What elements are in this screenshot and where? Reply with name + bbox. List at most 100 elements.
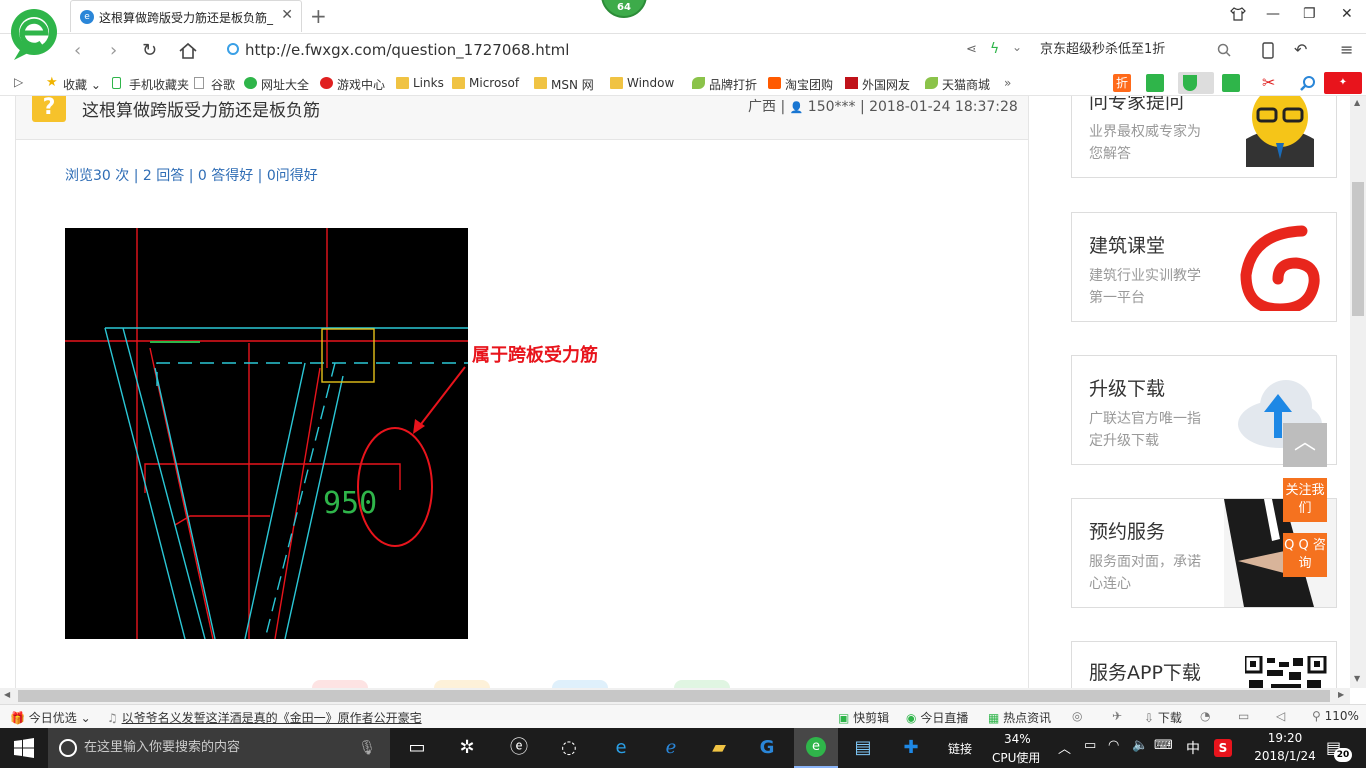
bookmark-game-center[interactable]: 游戏中心 bbox=[320, 76, 385, 93]
windows-start-icon[interactable] bbox=[14, 738, 34, 758]
remote-app-icon[interactable]: ✚ bbox=[896, 734, 926, 762]
back-to-top-button[interactable]: ︿ bbox=[1283, 423, 1327, 467]
mobile-icon[interactable] bbox=[1262, 42, 1274, 59]
news-ticker[interactable]: ♫ 以爷爷名义发誓这洋酒是真的《金田一》原作者公开豪宅 bbox=[107, 709, 422, 726]
download-button[interactable]: ⇩ 下载 bbox=[1144, 709, 1182, 726]
scissors-icon[interactable]: ✂ bbox=[1262, 73, 1275, 92]
undo-icon[interactable]: ↶ bbox=[1294, 40, 1307, 59]
scroll-right-icon[interactable]: ▶ bbox=[1338, 690, 1344, 699]
bookmark-foreign-netizens[interactable]: 外国网友 bbox=[845, 76, 910, 93]
bookmark-links-folder[interactable]: Links bbox=[396, 76, 444, 90]
share-circle-icon[interactable] bbox=[434, 680, 490, 688]
horizontal-scrollbar-thumb[interactable] bbox=[18, 690, 1330, 702]
share-circle-icon[interactable] bbox=[312, 680, 368, 688]
bookmark-windows-folder[interactable]: Window bbox=[610, 76, 674, 90]
address-bar[interactable]: http://e.fwxgx.com/question_1727068.html bbox=[225, 38, 965, 62]
bookmark-site-nav[interactable]: 网址大全 bbox=[244, 76, 309, 93]
taskbar-search-placeholder: 在这里输入你要搜索的内容 bbox=[84, 740, 241, 755]
mute-icon[interactable]: ◁ bbox=[1276, 709, 1285, 723]
speed-icon[interactable]: ◎ bbox=[1072, 709, 1082, 723]
zoom-level[interactable]: ⚲ 110% bbox=[1312, 709, 1359, 723]
hot-news-button[interactable]: ▦ 热点资讯 bbox=[988, 709, 1051, 726]
file-explorer-icon[interactable]: ▰ bbox=[704, 734, 734, 762]
search-icon[interactable] bbox=[1217, 43, 1231, 57]
question-user-date: 150*** | 2018-01-24 18:37:28 bbox=[807, 99, 1018, 115]
zoom-search-icon[interactable] bbox=[1300, 75, 1316, 91]
browser-logo-icon[interactable] bbox=[10, 6, 58, 62]
bookmark-taobao-group[interactable]: 淘宝团购 bbox=[768, 76, 833, 93]
more-bookmarks-icon[interactable]: » bbox=[1004, 76, 1011, 90]
refresh-button[interactable]: ↻ bbox=[142, 40, 157, 61]
pin-icon[interactable]: ✈ bbox=[1112, 709, 1122, 723]
restore-button[interactable]: ❐ bbox=[1303, 6, 1316, 22]
taskbar-search-input[interactable]: 在这里输入你要搜索的内容 🎙 bbox=[48, 728, 390, 768]
spiral-app-icon[interactable]: ◌ bbox=[554, 734, 584, 762]
task-view-icon[interactable]: ▭ bbox=[402, 734, 432, 762]
glodon-app-icon[interactable]: G bbox=[752, 734, 782, 762]
active-browser-taskbar-item[interactable]: e bbox=[794, 728, 838, 768]
lightning-icon[interactable]: ϟ bbox=[990, 41, 999, 57]
clock-time[interactable]: 19:20 bbox=[1250, 731, 1320, 745]
quick-clip-button[interactable]: ▣ 快剪辑 bbox=[838, 709, 889, 726]
close-window-button[interactable]: ✕ bbox=[1341, 6, 1353, 22]
bookmark-microsoft-folder[interactable]: Microsof bbox=[452, 76, 519, 90]
browser-tab[interactable]: e 这根算做跨版受力筋还是板负筋_ ✕ bbox=[70, 0, 302, 32]
chevron-down-icon[interactable]: ⌄ bbox=[1012, 40, 1022, 54]
scroll-down-icon[interactable]: ▼ bbox=[1354, 674, 1360, 683]
new-tab-button[interactable]: + bbox=[310, 4, 327, 28]
ie-icon[interactable]: ℯ bbox=[656, 734, 686, 762]
ime-indicator[interactable]: 中 bbox=[1186, 738, 1200, 758]
shirt-icon[interactable] bbox=[1230, 6, 1246, 22]
sidebar-toggle-icon[interactable]: ▷ bbox=[14, 75, 23, 89]
qq-consult-button[interactable]: Q Q 咨询 bbox=[1283, 533, 1327, 577]
clock-date[interactable]: 2018/1/24 bbox=[1250, 749, 1320, 763]
home-button[interactable] bbox=[178, 42, 198, 60]
browser-e-icon[interactable]: ⓔ bbox=[504, 734, 534, 762]
back-button[interactable]: ‹ bbox=[74, 40, 81, 61]
sogou-ime-icon[interactable]: S bbox=[1214, 739, 1232, 757]
share-icon[interactable]: ⋖ bbox=[966, 42, 977, 57]
qr-code-icon bbox=[1245, 656, 1327, 690]
pinwheel-app-icon[interactable]: ✲ bbox=[452, 734, 482, 762]
bookmark-favorites[interactable]: ★ 收藏 ⌄ bbox=[46, 75, 101, 93]
zoom-icon: ⚲ bbox=[1312, 709, 1321, 723]
forward-button[interactable]: › bbox=[110, 40, 117, 61]
scroll-up-icon[interactable]: ▲ bbox=[1354, 98, 1360, 107]
today-live-button[interactable]: ◉ 今日直播 bbox=[906, 709, 968, 726]
bookmark-brand-discount[interactable]: 品牌打折 bbox=[692, 76, 757, 93]
minimize-button[interactable]: — bbox=[1266, 6, 1280, 22]
sound-icon[interactable]: ◔ bbox=[1200, 709, 1210, 723]
discount-icon[interactable]: 折 bbox=[1113, 74, 1131, 92]
bookmark-tmall[interactable]: 天猫商城 bbox=[925, 76, 990, 93]
wifi-icon[interactable]: ◠ bbox=[1108, 738, 1119, 753]
share-circle-icon[interactable] bbox=[674, 680, 730, 688]
bookmark-mobile-favorites[interactable]: 手机收藏夹 bbox=[112, 76, 189, 93]
book-icon[interactable] bbox=[1146, 74, 1164, 92]
shield-icon[interactable] bbox=[1178, 72, 1214, 94]
card-construction-class[interactable]: 建筑课堂 建筑行业实训教学第一平台 bbox=[1071, 212, 1337, 322]
search-input[interactable]: 京东超级秒杀低至1折 bbox=[1040, 38, 1240, 62]
window-icon[interactable]: ▭ bbox=[1238, 709, 1249, 723]
promo-icon[interactable]: ✦ bbox=[1324, 72, 1362, 94]
microphone-icon[interactable]: 🎙 bbox=[358, 728, 376, 768]
volume-icon[interactable]: 🔈 bbox=[1132, 738, 1148, 753]
edge-icon[interactable]: e bbox=[606, 734, 636, 762]
menu-icon[interactable]: ≡ bbox=[1340, 40, 1353, 59]
scroll-left-icon[interactable]: ◀ bbox=[4, 690, 10, 699]
vertical-scrollbar-thumb[interactable] bbox=[1352, 182, 1364, 316]
translate-icon[interactable] bbox=[1222, 74, 1240, 92]
keyboard-icon[interactable]: ⌨ bbox=[1154, 738, 1173, 753]
follow-us-button[interactable]: 关注我们 bbox=[1283, 478, 1327, 522]
tab-close-icon[interactable]: ✕ bbox=[281, 7, 293, 23]
taskbar-links-label[interactable]: 链接 bbox=[948, 740, 972, 757]
control-panel-icon[interactable]: ▤ bbox=[848, 734, 878, 762]
share-circle-icon[interactable] bbox=[552, 680, 608, 688]
card-app-download[interactable]: 服务APP下载 bbox=[1071, 641, 1337, 691]
tray-expand-icon[interactable]: ︿ bbox=[1058, 738, 1071, 757]
battery-icon[interactable]: ▭ bbox=[1084, 738, 1096, 753]
action-center-icon[interactable]: ▤ 20 bbox=[1326, 736, 1352, 762]
bookmark-msn-folder[interactable]: MSN 网 bbox=[534, 76, 594, 93]
bookmark-google[interactable]: 谷歌 bbox=[194, 76, 235, 93]
today-picks[interactable]: 🎁 今日优选 ⌄ bbox=[10, 709, 91, 726]
question-stats[interactable]: 浏览30 次 | 2 回答 | 0 答得好 | 0问得好 bbox=[65, 165, 318, 185]
